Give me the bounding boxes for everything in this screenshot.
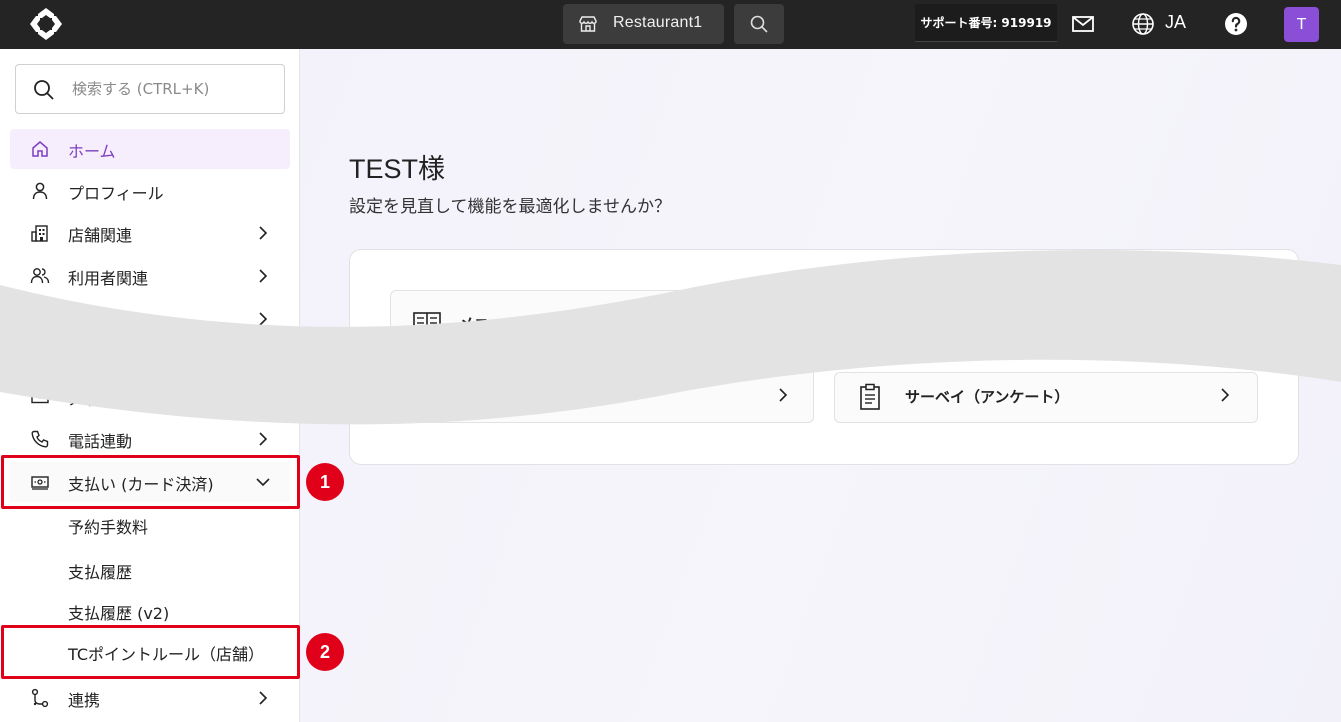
sidebar-item-label: 電話連動 xyxy=(68,432,133,451)
sidebar-item-label: プロフィール xyxy=(68,184,164,203)
chevron-right-icon xyxy=(259,269,268,283)
avatar[interactable]: T xyxy=(1284,7,1319,42)
store-name: Restaurant1 xyxy=(613,14,703,31)
page-title: TEST様 xyxy=(349,154,446,184)
global-search-button[interactable] xyxy=(734,4,784,44)
chevron-right-icon xyxy=(1221,388,1230,402)
step-badge-2: 2 xyxy=(306,633,344,671)
building-icon xyxy=(31,225,48,242)
user-icon xyxy=(32,182,48,200)
globe-icon[interactable] xyxy=(1131,12,1155,36)
search-icon xyxy=(750,15,768,33)
shortcut-tile-label: メニュー xyxy=(459,315,520,333)
sidebar-item-label: メッセ xyxy=(68,390,117,409)
sidebar-item-integration[interactable]: 連携 xyxy=(10,678,290,718)
mail-icon xyxy=(31,390,49,404)
integration-icon xyxy=(31,688,49,708)
help-icon[interactable] xyxy=(1224,12,1248,36)
sidebar-item-profile[interactable]: プロフィール xyxy=(10,171,290,211)
page-subtitle: 設定を見直して機能を最適化しませんか？ xyxy=(349,197,671,217)
search-icon xyxy=(34,80,54,100)
language-selector[interactable]: JA xyxy=(1165,12,1186,33)
sidebar-search-input[interactable] xyxy=(72,77,272,101)
sidebar-item-label: 店舗関連 xyxy=(68,226,133,245)
sidebar-item-store[interactable]: 店舗関連 xyxy=(10,213,290,253)
sidebar-subitem-reservation-fee[interactable]: 予約手数料 xyxy=(68,514,148,538)
highlight-box-payment xyxy=(1,455,300,509)
store-icon xyxy=(579,16,597,32)
sidebar-item-users[interactable]: 利用者関連 xyxy=(10,256,290,296)
highlight-box-tc-point-rule xyxy=(1,625,300,679)
sidebar-item-label: 利用者関連 xyxy=(68,269,149,288)
mail-icon[interactable] xyxy=(1071,12,1095,36)
sidebar-item-label: 連携 xyxy=(68,691,101,710)
app-logo-icon[interactable] xyxy=(28,6,64,42)
clipboard-icon xyxy=(860,383,880,410)
sidebar-item-phone[interactable]: 電話連動 xyxy=(10,419,290,459)
phone-icon xyxy=(31,430,49,448)
chevron-right-icon xyxy=(259,432,268,446)
store-selector-button[interactable]: Restaurant1 xyxy=(563,4,724,44)
sidebar-item-home[interactable]: ホーム xyxy=(10,129,290,169)
chevron-right-icon xyxy=(259,691,268,705)
menu-book-icon xyxy=(413,312,441,334)
main-content: TEST様 設定を見直して機能を最適化しませんか？ メニュー サーベイ（アンケー… xyxy=(301,49,1341,722)
sidebar-subitem-payment-history-v2[interactable]: 支払履歴 (v2) xyxy=(68,600,169,624)
step-badge-1: 1 xyxy=(306,463,344,501)
sidebar-item-messages[interactable]: メッセ xyxy=(10,377,290,417)
sidebar-subitem-payment-history[interactable]: 支払履歴 xyxy=(68,559,132,583)
shortcut-tile-survey[interactable]: サーベイ（アンケート） xyxy=(834,372,1258,423)
chevron-right-icon xyxy=(259,312,268,326)
sidebar-item-hidden[interactable] xyxy=(10,299,290,339)
support-number: サポート番号: 919919 xyxy=(915,4,1057,42)
users-icon xyxy=(30,268,50,284)
sidebar: ホーム プロフィール 店舗関連 利用者関連 xyxy=(0,49,300,722)
shortcut-tile-menu[interactable]: メニュー xyxy=(390,290,814,423)
sidebar-item-label: ホーム xyxy=(68,142,116,161)
chevron-right-icon xyxy=(779,388,788,402)
chevron-right-icon xyxy=(259,226,268,240)
shortcut-card: メニュー サーベイ（アンケート） xyxy=(349,249,1299,465)
sidebar-search[interactable] xyxy=(15,64,285,114)
top-bar: Restaurant1 サポート番号: 919919 JA T xyxy=(0,0,1341,49)
shortcut-tile-label: サーベイ（アンケート） xyxy=(905,388,1070,406)
home-icon xyxy=(32,141,48,157)
